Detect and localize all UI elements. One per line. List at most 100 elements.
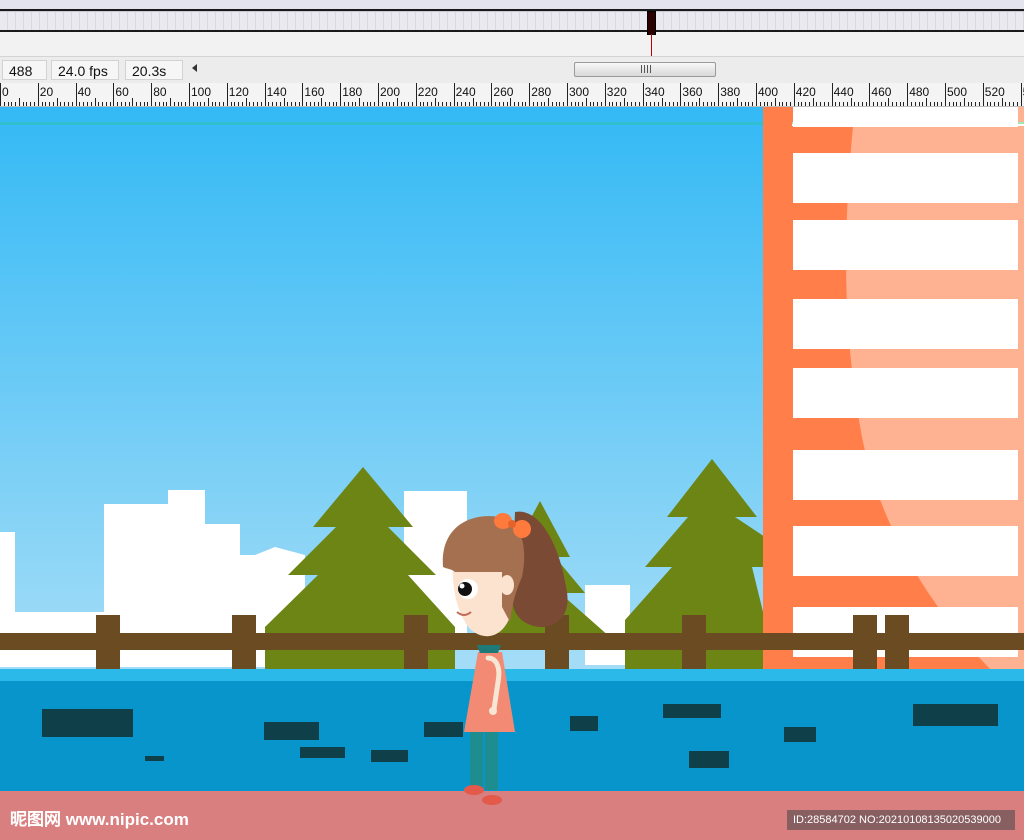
ruler-label: 320 (606, 85, 627, 99)
ruler-tick (90, 102, 92, 106)
ruler-tick (219, 102, 221, 106)
ruler-tick (257, 102, 259, 106)
ruler-tick (555, 102, 557, 106)
ruler-tick (532, 102, 534, 106)
ruler-label: 460 (871, 85, 892, 99)
timeline-strip[interactable] (0, 0, 1024, 58)
ruler-tick (215, 102, 217, 106)
ruler-tick (415, 83, 417, 106)
ruler-tick (506, 102, 508, 106)
ruler-tick (559, 102, 561, 106)
ruler-tick (680, 83, 682, 106)
ruler-label: 500 (947, 85, 968, 99)
animation-stage[interactable] (0, 107, 1024, 840)
ruler-tick (752, 102, 754, 106)
ruler-tick (691, 102, 693, 106)
ruler-tick (793, 83, 795, 106)
ruler-tick (483, 102, 485, 106)
ruler-tick (544, 102, 546, 106)
ruler-tick (619, 102, 621, 106)
ruler-tick (11, 102, 13, 106)
ruler-tick (604, 83, 606, 106)
ruler-tick (960, 102, 962, 106)
ruler-label: 80 (153, 85, 167, 99)
ruler-tick (665, 102, 667, 106)
frame-rate-field[interactable]: 24.0 fps (51, 60, 119, 80)
ruler-tick (710, 102, 712, 106)
ruler-tick (907, 83, 909, 106)
ruler-tick (423, 102, 425, 106)
ruler-tick (737, 98, 739, 106)
ruler-tick (162, 102, 164, 106)
ruler-tick (412, 102, 414, 106)
ruler-tick (192, 102, 194, 106)
ruler-tick (601, 102, 603, 106)
ruler-tick (756, 83, 757, 106)
ruler-tick (132, 98, 134, 106)
ruler-label: 100 (191, 85, 212, 99)
ruler-tick (472, 98, 474, 106)
scrollbar-thumb[interactable] (574, 62, 716, 77)
ruler-label: 120 (228, 85, 249, 99)
ruler-tick (362, 102, 364, 106)
ruler-tick (933, 102, 935, 106)
ruler-tick (525, 102, 527, 106)
building-windows (793, 107, 1018, 657)
ruler-label: 380 (720, 85, 741, 99)
ruler-tick (173, 102, 175, 106)
ruler-tick (593, 102, 595, 106)
ruler-tick (631, 102, 633, 106)
ruler-tick (839, 102, 841, 106)
ruler-tick (332, 102, 334, 106)
ruler-tick (502, 102, 504, 106)
playhead-icon[interactable] (647, 11, 656, 35)
ruler-tick (922, 102, 924, 106)
timeline-frames-row[interactable] (0, 12, 1024, 32)
ruler-tick (98, 102, 100, 106)
ruler-tick (540, 102, 542, 106)
ruler-tick (438, 102, 440, 106)
ruler-label: 300 (569, 85, 590, 99)
ruler-label: 180 (342, 85, 363, 99)
ruler-label: 200 (380, 85, 401, 99)
ruler-tick (94, 98, 96, 106)
ruler-tick (854, 102, 856, 106)
current-frame-field[interactable]: 488 (2, 60, 47, 80)
caret-left-icon[interactable] (192, 64, 197, 72)
ruler-tick (139, 102, 141, 106)
ruler-tick (374, 102, 376, 106)
ruler-tick (1001, 98, 1003, 106)
ruler-label: 220 (417, 85, 438, 99)
ruler-tick (956, 102, 958, 106)
ruler-tick (778, 102, 780, 106)
ruler-label: 20 (39, 85, 54, 99)
ruler-tick (464, 102, 466, 106)
stage-top-guide (0, 122, 765, 125)
ruler-tick (990, 102, 992, 106)
ruler-tick (200, 102, 202, 106)
ruler-label: 520 (984, 85, 1005, 99)
ruler-tick (982, 83, 984, 106)
ruler-tick (461, 102, 463, 106)
ruler-tick (797, 102, 799, 106)
ruler-tick (396, 98, 398, 106)
ruler-tick (536, 102, 538, 106)
ruler-tick (253, 102, 255, 106)
ruler-tick (638, 102, 640, 106)
ruler-tick (109, 102, 111, 106)
ruler-tick (567, 83, 568, 106)
ruler-tick (404, 102, 406, 106)
ruler-tick (892, 102, 894, 106)
ruler-label: 40 (77, 85, 91, 99)
ruler-tick (52, 102, 54, 106)
ruler-tick (283, 98, 285, 106)
ruler-tick (343, 102, 345, 106)
ruler-tick (71, 102, 73, 106)
ruler-tick (449, 102, 451, 106)
ruler-tick (340, 83, 342, 106)
ruler-tick (211, 102, 213, 106)
ruler-tick (910, 102, 912, 106)
ruler-tick (136, 102, 138, 106)
wall-top (0, 669, 1024, 681)
ruler-tick (124, 102, 126, 106)
